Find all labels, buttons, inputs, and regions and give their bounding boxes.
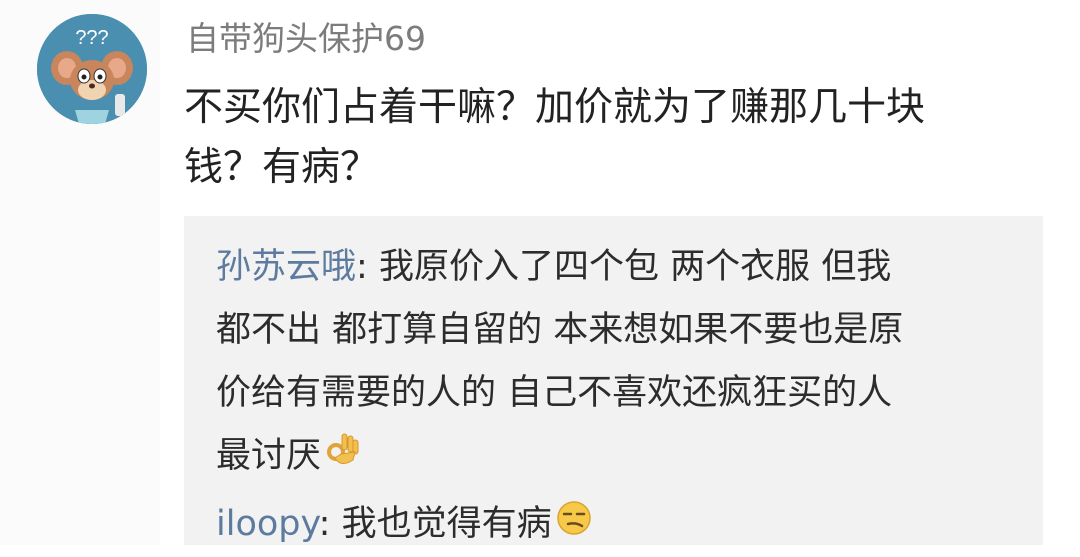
reply-line: 都不出 都打算自留的 本来想如果不要也是原 — [216, 310, 904, 350]
reply-username[interactable]: iloopy — [216, 504, 319, 544]
comment-item: ??? 自带狗头保护69 不买你们占着干嘛？加价就为了赚那几十块 钱？有病？ 孙… — [0, 0, 1080, 545]
reply-text: 最讨厌 — [216, 436, 322, 476]
question-marks-label: ??? — [75, 27, 108, 49]
reply-username[interactable]: 孙苏云哦 — [216, 247, 356, 287]
comment-text-line: 不买你们占着干嘛？加价就为了赚那几十块 — [184, 85, 926, 130]
jerry-mouse-avatar-icon: ??? — [37, 14, 147, 124]
reply-line: 最讨厌 — [216, 425, 903, 488]
comment-body: 不买你们占着干嘛？加价就为了赚那几十块 钱？有病？ — [184, 78, 1044, 198]
reply-item[interactable]: iloopy: 我也觉得有病 — [216, 493, 592, 556]
reply-item[interactable]: 孙苏云哦: 我原价入了四个包 两个衣服 但我 都不出 都打算自留的 本来想如果不… — [216, 236, 903, 488]
reply-text: 我原价入了四个包 两个衣服 但我 — [378, 247, 892, 287]
reply-text: 我也觉得有病 — [341, 504, 552, 544]
comment-username[interactable]: 自带狗头保护69 — [186, 14, 426, 64]
reply-line: 价给有需要的人的 自己不喜欢还疯狂买的人 — [216, 373, 893, 413]
reply-separator: : — [356, 247, 379, 287]
replies-box[interactable]: 孙苏云哦: 我原价入了四个包 两个衣服 但我 都不出 都打算自留的 本来想如果不… — [184, 216, 1043, 545]
ok-hand-icon — [325, 426, 359, 489]
comment-text-line: 钱？有病？ — [184, 145, 380, 190]
smirk-face-icon — [556, 494, 592, 557]
reply-separator: : — [318, 504, 342, 544]
reply-line: 孙苏云哦: 我原价入了四个包 两个衣服 但我 — [216, 236, 903, 299]
reply-line: iloopy: 我也觉得有病 — [216, 493, 592, 556]
avatar[interactable]: ??? — [37, 14, 147, 124]
